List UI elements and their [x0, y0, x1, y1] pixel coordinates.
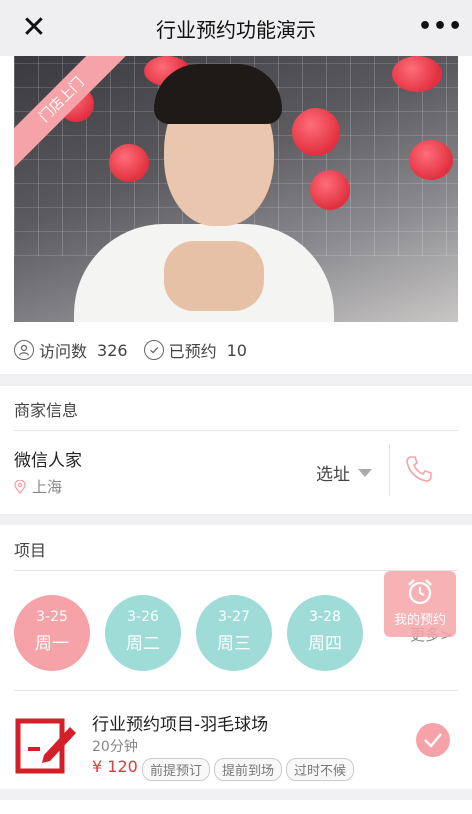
date-option[interactable]: 3-28 周四 [287, 595, 363, 671]
my-booking-label: 我的预约 [393, 613, 446, 628]
phone-icon[interactable] [404, 454, 434, 484]
next-card [0, 800, 472, 814]
project-duration: 20分钟 [92, 739, 138, 755]
date-option[interactable]: 3-26 周二 [105, 595, 181, 671]
merchant-location: 上海 [14, 476, 62, 497]
merchant-city: 上海 [32, 478, 63, 496]
select-address-button[interactable]: 选址 [316, 460, 372, 485]
select-check-button[interactable] [416, 723, 450, 757]
date-label: 3-27 [218, 609, 250, 625]
merchant-name: 微信人家 [14, 451, 82, 471]
tag-badge: 前提预订 [142, 758, 211, 781]
weekday-label: 周一 [35, 634, 69, 654]
date-option[interactable]: 3-27 周三 [196, 595, 272, 671]
store-card: 门店上门 访问数 326 已预约 10 [0, 56, 472, 374]
date-label: 3-26 [127, 609, 159, 625]
page-title: 行业预约功能演示 [156, 18, 316, 42]
project-price: ¥ 120 [92, 757, 138, 776]
weekday-label: 周二 [126, 634, 160, 654]
close-icon[interactable]: ✕ [18, 12, 50, 44]
tag-badge: 提前到场 [214, 758, 283, 781]
date-option-selected[interactable]: 3-25 周一 [14, 595, 90, 671]
date-label: 3-25 [36, 609, 68, 625]
more-options-icon[interactable]: ••• [418, 14, 462, 40]
stats-row: 访问数 326 已预约 10 [14, 338, 263, 362]
select-address-label: 选址 [316, 465, 350, 485]
my-booking-button[interactable]: 我的预约 [384, 571, 456, 637]
weekday-label: 周四 [308, 634, 342, 654]
location-pin-icon [14, 479, 26, 494]
project-tags: 前提预订 提前到场 过时不候 [142, 758, 358, 781]
visits-count: 326 [97, 340, 128, 360]
project-section-title: 项目 [14, 541, 47, 560]
user-icon [14, 340, 34, 360]
caret-down-icon [358, 468, 372, 477]
check-icon [424, 733, 442, 748]
weekday-label: 周三 [217, 634, 251, 654]
project-name: 行业预约项目-羽毛球场 [92, 715, 269, 735]
tag-badge: 过时不候 [286, 758, 355, 781]
check-circle-icon [143, 340, 164, 360]
project-card: 项目 3-25 周一 3-26 周二 3-27 周三 3-28 周四 更多> 行… [0, 525, 472, 789]
service-ribbon: 门店上门 [14, 56, 134, 176]
visits-label: 访问数 [39, 342, 88, 361]
alarm-clock-icon [408, 579, 432, 605]
booked-count: 10 [226, 340, 247, 360]
edit-document-icon [15, 718, 76, 774]
merchant-card: 商家信息 微信人家 上海 选址 [0, 386, 472, 514]
date-label: 3-28 [309, 609, 341, 625]
title-bar: ✕ 行业预约功能演示 ••• [0, 0, 472, 56]
booked-label: 已预约 [168, 342, 217, 361]
merchant-section-title: 商家信息 [14, 401, 79, 420]
